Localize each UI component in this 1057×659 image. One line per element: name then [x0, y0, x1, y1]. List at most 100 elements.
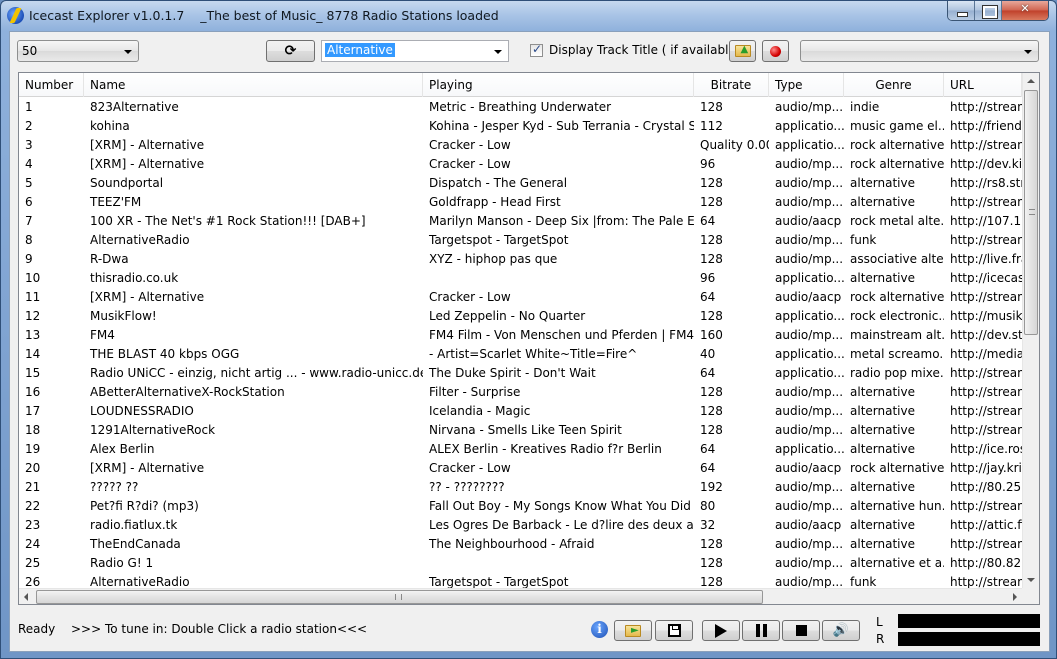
- station-list[interactable]: Number Name Playing Bitrate Type Genre U…: [18, 72, 1040, 605]
- display-track-title-label: Display Track Title ( if available ): [549, 43, 745, 57]
- cell-genre: alternative: [850, 271, 915, 285]
- cell-name: Pet?fi R?di? (mp3): [90, 499, 199, 513]
- cell-name: [XRM] - Alternative: [90, 157, 205, 171]
- left-level-meter: [898, 614, 1040, 628]
- close-button[interactable]: ✕: [1002, 1, 1048, 20]
- cell-bitrate: 64: [700, 366, 716, 380]
- table-row[interactable]: 6 TEEZ'FM Goldfrapp - Head First 128 audio/m…: [19, 193, 1022, 212]
- vertical-scrollbar[interactable]: [1022, 73, 1039, 588]
- table-row[interactable]: 25 Radio G! 1 128 audio/mp... alternative et…: [19, 554, 1022, 573]
- table-row[interactable]: 22 Pet?fi R?di? (mp3) Fall Out Boy - My So…: [19, 497, 1022, 516]
- cell-url: http://friends: [950, 119, 1022, 133]
- cell-playing: The Neighbourhood - Afraid: [429, 537, 595, 551]
- cell-bitrate: 96: [700, 271, 716, 285]
- table-row[interactable]: 5 Soundportal Dispatch - The General 128 aud…: [19, 174, 1022, 193]
- cell-playing: [423, 554, 694, 573]
- table-row[interactable]: 23 radio.fiatlux.tk Les Ogres De Barback -…: [19, 516, 1022, 535]
- open-folder-button[interactable]: ▲: [729, 40, 756, 62]
- table-row[interactable]: 11 [XRM] - Alternative Cracker - Low 64 audi…: [19, 288, 1022, 307]
- table-row[interactable]: 18 1291AlternativeRock Nirvana - Smells Li…: [19, 421, 1022, 440]
- table-row[interactable]: 9 R-Dwa XYZ - hiphop pas que 128 audio/mp...…: [19, 250, 1022, 269]
- output-device-select[interactable]: [800, 40, 1039, 62]
- table-row[interactable]: 15 Radio UNiCC - einzig, nicht artig ... …: [19, 364, 1022, 383]
- display-track-title-checkbox[interactable]: [530, 42, 543, 57]
- table-row[interactable]: 8 AlternativeRadio Targetspot - TargetSpot…: [19, 231, 1022, 250]
- cell-bitrate: 40: [700, 347, 716, 361]
- play-button[interactable]: [702, 620, 740, 641]
- cell-number: 24: [25, 537, 41, 551]
- table-row[interactable]: 16 ABetterAlternativeX-RockStation Filter …: [19, 383, 1022, 402]
- left-channel-label: L: [876, 615, 883, 629]
- cell-playing: Cracker - Low: [429, 138, 511, 152]
- right-level-meter: [898, 632, 1040, 646]
- column-header-type[interactable]: Type: [769, 73, 844, 97]
- column-header-genre[interactable]: Genre: [844, 73, 944, 97]
- cell-genre: alternative: [850, 537, 915, 551]
- vertical-scroll-thumb[interactable]: [1024, 90, 1038, 335]
- open-playlist-button[interactable]: ►: [614, 620, 652, 641]
- column-header-playing[interactable]: Playing: [423, 73, 694, 97]
- scroll-down-icon[interactable]: [1027, 578, 1035, 582]
- table-row[interactable]: 1 823Alternative Metric - Breathing Underw…: [19, 98, 1022, 117]
- column-header-name[interactable]: Name: [84, 73, 423, 97]
- table-row[interactable]: 19 Alex Berlin ALEX Berlin - Kreatives Rad…: [19, 440, 1022, 459]
- cell-url: http://dev.kig: [950, 157, 1022, 171]
- cell-url: http://ice.rose: [950, 442, 1022, 456]
- table-row[interactable]: 14 THE BLAST 40 kbps OGG - Artist=Scarlet …: [19, 345, 1022, 364]
- title-bar[interactable]: Icecast Explorer v1.0.1.7 _The best of M…: [1, 1, 1056, 31]
- info-icon[interactable]: i: [591, 621, 608, 638]
- table-row[interactable]: 17 LOUDNESSRADIO Icelandia - Magic 128 audio…: [19, 402, 1022, 421]
- horizontal-scroll-thumb[interactable]: [36, 590, 763, 604]
- cell-url: http://stream: [950, 290, 1022, 304]
- station-count-select[interactable]: 50: [17, 40, 139, 62]
- status-text: Ready: [18, 622, 56, 636]
- table-row[interactable]: 10 thisradio.co.uk 96 applicatio... alternat…: [19, 269, 1022, 288]
- cell-number: 3: [25, 138, 33, 152]
- cell-type: audio/mp...: [775, 499, 844, 513]
- genre-combo[interactable]: Alternative: [321, 40, 509, 62]
- cell-url: http://stream: [950, 195, 1022, 209]
- table-row[interactable]: 21 ????? ?? ?? - ???????? 192 audio/mp... alt…: [19, 478, 1022, 497]
- cell-genre: rock alternative: [850, 157, 944, 171]
- cell-number: 25: [25, 556, 41, 570]
- cell-bitrate: 128: [700, 404, 723, 418]
- volume-button[interactable]: 🔊: [822, 620, 860, 641]
- cell-playing: Metric - Breathing Underwater: [429, 100, 612, 114]
- table-row[interactable]: 3 [XRM] - Alternative Cracker - Low Quality…: [19, 136, 1022, 155]
- table-row[interactable]: 20 [XRM] - Alternative Cracker - Low 64 audi…: [19, 459, 1022, 478]
- cell-playing: The Duke Spirit - Don't Wait: [429, 366, 596, 380]
- column-header-url[interactable]: URL: [944, 73, 1022, 97]
- scroll-left-icon[interactable]: [24, 593, 28, 601]
- scroll-up-icon[interactable]: [1027, 79, 1035, 83]
- horizontal-scrollbar[interactable]: [19, 588, 1022, 604]
- record-button[interactable]: [762, 40, 789, 62]
- stop-button[interactable]: [782, 620, 820, 641]
- cell-playing: Targetspot - TargetSpot: [429, 233, 569, 247]
- table-row[interactable]: 4 [XRM] - Alternative Cracker - Low 96 audio…: [19, 155, 1022, 174]
- table-row[interactable]: 13 FM4 FM4 Film - Von Menschen und Pferden…: [19, 326, 1022, 345]
- cell-bitrate: 128: [700, 423, 723, 437]
- cell-type: applicatio...: [775, 442, 844, 456]
- cell-url: http://stream: [950, 499, 1022, 513]
- column-header-bitrate[interactable]: Bitrate: [694, 73, 769, 97]
- display-track-title-option[interactable]: Display Track Title ( if available ): [530, 42, 744, 58]
- scroll-right-icon[interactable]: [1013, 593, 1017, 601]
- table-row[interactable]: 2 kohina Kohina - Jesper Kyd - Sub Terrani…: [19, 117, 1022, 136]
- table-row[interactable]: 24 TheEndCanada The Neighbourhood - Afraid…: [19, 535, 1022, 554]
- cell-name: AlternativeRadio: [90, 233, 190, 247]
- minimize-button[interactable]: [948, 1, 975, 20]
- cell-type: audio/mp...: [775, 423, 844, 437]
- save-button[interactable]: [655, 620, 693, 641]
- maximize-button[interactable]: [975, 1, 1002, 20]
- cell-url: http://stream: [950, 233, 1022, 247]
- cell-number: 8: [25, 233, 33, 247]
- cell-url: http://rs8.stre: [950, 176, 1022, 190]
- table-row[interactable]: 12 MusikFlow! Led Zeppelin - No Quarter 128…: [19, 307, 1022, 326]
- table-row[interactable]: 7 100 XR - The Net's #1 Rock Station!!! […: [19, 212, 1022, 231]
- refresh-button[interactable]: ⟳: [266, 40, 315, 62]
- cell-genre: associative alte...: [850, 252, 944, 266]
- column-header-number[interactable]: Number: [19, 73, 84, 97]
- pause-button[interactable]: [742, 620, 780, 641]
- cell-type: audio/mp...: [775, 157, 844, 171]
- cell-url: http://musikf: [950, 309, 1022, 323]
